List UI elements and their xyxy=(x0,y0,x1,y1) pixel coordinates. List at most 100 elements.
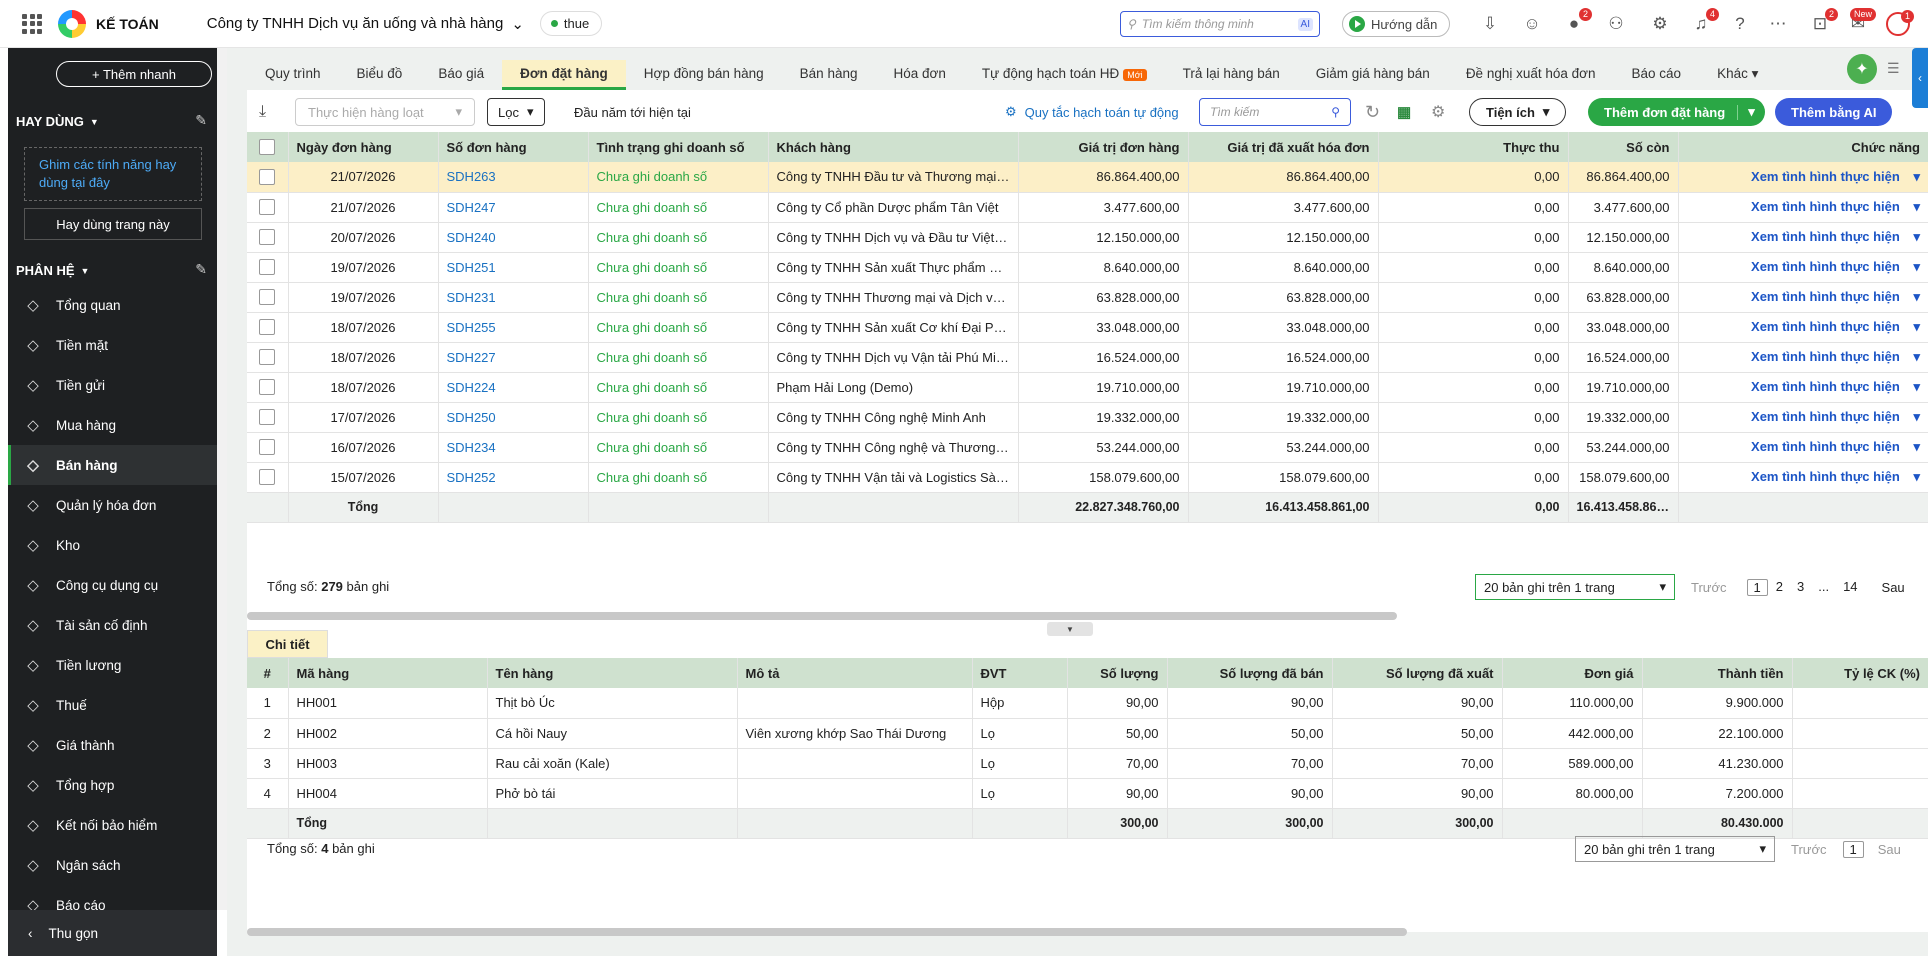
caret-down-icon[interactable]: ▾ xyxy=(1738,104,1765,120)
table-row[interactable]: 18/07/2026 SDH224 Chưa ghi doanh số Phạm… xyxy=(247,372,1928,403)
column-header[interactable]: Giá trị đã xuất hóa đơn xyxy=(1187,132,1378,162)
detail-prev-page-button[interactable]: Trước xyxy=(1791,842,1827,857)
select-all-checkbox[interactable] xyxy=(247,132,288,162)
prev-page-button[interactable]: Trước xyxy=(1691,580,1727,595)
next-page-button[interactable]: Sau xyxy=(1882,580,1905,595)
column-header[interactable]: Giá trị đơn hàng xyxy=(1017,132,1188,162)
detail-column-header[interactable]: # xyxy=(247,658,288,688)
add-user-icon[interactable]: ⚇ xyxy=(1604,12,1628,36)
chat-icon[interactable]: ● 2 xyxy=(1562,8,1592,36)
column-header[interactable]: Khách hàng xyxy=(767,132,1018,162)
detail-row[interactable]: 4 HH004 Phở bò tái Lọ 90,00 90,00 90,00 … xyxy=(247,778,1928,809)
tab-1[interactable]: Biểu đồ xyxy=(339,60,421,90)
edit-modules-icon[interactable]: ✎ xyxy=(195,261,207,278)
tab-4[interactable]: Hợp đồng bán hàng xyxy=(626,60,782,90)
row-checkbox[interactable] xyxy=(247,282,288,313)
view-progress-link[interactable]: Xem tình hình thực hiện ▾ xyxy=(1677,192,1928,223)
tab-0[interactable]: Quy trình xyxy=(247,60,339,90)
sidebar-item-4[interactable]: ◇ Bán hàng xyxy=(8,445,217,485)
modules-header[interactable]: PHÂN HỆ ▼ xyxy=(16,263,89,278)
sidebar-item-2[interactable]: ◇ Tiền gửi xyxy=(8,365,217,405)
caret-down-icon[interactable]: ▾ xyxy=(1913,409,1920,424)
order-number-link[interactable]: SDH251 xyxy=(437,252,588,283)
order-number-link[interactable]: SDH234 xyxy=(437,432,588,463)
detail-column-header[interactable]: ĐVT xyxy=(971,658,1067,688)
page-size-select[interactable]: 20 bản ghi trên 1 trang ▾ xyxy=(1475,574,1675,600)
bulk-action-select[interactable]: Thực hiện hàng loạt ▾ xyxy=(295,98,475,126)
tab-2[interactable]: Báo giá xyxy=(420,60,502,90)
sidebar-item-5[interactable]: ◇ Quản lý hóa đơn xyxy=(8,485,217,525)
page-number[interactable]: 3 xyxy=(1791,579,1810,596)
orders-hscrollbar[interactable] xyxy=(247,612,1397,620)
assistant-avatar-icon[interactable]: ☺ xyxy=(1520,12,1544,36)
page-number[interactable]: 14 xyxy=(1837,579,1863,596)
layout-settings-icon[interactable]: ☰ xyxy=(1887,60,1900,77)
page-number[interactable]: ... xyxy=(1812,579,1835,596)
table-row[interactable]: 15/07/2026 SDH252 Chưa ghi doanh số Công… xyxy=(247,462,1928,493)
view-progress-link[interactable]: Xem tình hình thực hiện ▾ xyxy=(1677,432,1928,463)
tab-5[interactable]: Bán hàng xyxy=(782,60,876,90)
detail-column-header[interactable]: Số lượng xyxy=(1066,658,1167,688)
lightbulb-icon[interactable]: ✦ xyxy=(1847,54,1877,84)
row-checkbox[interactable] xyxy=(247,342,288,373)
view-progress-link[interactable]: Xem tình hình thực hiện ▾ xyxy=(1677,162,1928,193)
add-order-button[interactable]: Thêm đơn đặt hàng ▾ xyxy=(1588,98,1765,126)
caret-down-icon[interactable]: ▾ xyxy=(1913,199,1920,214)
table-row[interactable]: 18/07/2026 SDH255 Chưa ghi doanh số Công… xyxy=(247,312,1928,343)
row-checkbox[interactable] xyxy=(247,402,288,433)
utilities-button[interactable]: Tiện ích ▾ xyxy=(1469,98,1567,126)
download-icon[interactable]: ⇩ xyxy=(1478,12,1502,36)
detail-row[interactable]: 1 HH001 Thịt bò Úc Hộp 90,00 90,00 90,00… xyxy=(247,688,1928,719)
order-number-link[interactable]: SDH263 xyxy=(437,162,588,193)
caret-down-icon[interactable]: ▾ xyxy=(1913,229,1920,244)
detail-column-header[interactable]: Tên hàng xyxy=(486,658,737,688)
shopping-cart-icon[interactable]: ⊡ 2 xyxy=(1808,8,1838,36)
guide-button[interactable]: Hướng dẫn xyxy=(1342,11,1451,37)
orders-search-input[interactable]: Tìm kiếm ⚲ xyxy=(1199,98,1351,126)
view-progress-link[interactable]: Xem tình hình thực hiện ▾ xyxy=(1677,372,1928,403)
order-number-link[interactable]: SDH231 xyxy=(437,282,588,313)
workspace-tag[interactable]: thue xyxy=(539,11,603,36)
sidebar-item-13[interactable]: ◇ Kết nối bảo hiểm xyxy=(8,805,217,845)
sidebar-item-8[interactable]: ◇ Tài sản cố định xyxy=(8,605,217,645)
view-progress-link[interactable]: Xem tình hình thực hiện ▾ xyxy=(1677,312,1928,343)
caret-down-icon[interactable]: ▾ xyxy=(1913,169,1920,184)
tab-10[interactable]: Đề nghị xuất hóa đơn xyxy=(1448,60,1614,90)
page-number[interactable]: 1 xyxy=(1746,578,1768,596)
view-progress-link[interactable]: Xem tình hình thực hiện ▾ xyxy=(1677,252,1928,283)
row-checkbox[interactable] xyxy=(247,252,288,283)
detail-column-header[interactable]: Số lượng đã bán xyxy=(1166,658,1332,688)
sidebar-item-6[interactable]: ◇ Kho xyxy=(8,525,217,565)
order-number-link[interactable]: SDH252 xyxy=(437,462,588,493)
sidebar-item-0[interactable]: ◇ Tổng quan xyxy=(8,285,217,325)
order-number-link[interactable]: SDH247 xyxy=(437,192,588,223)
detail-row[interactable]: 3 HH003 Rau cải xoăn (Kale) Lọ 70,00 70,… xyxy=(247,748,1928,779)
sidebar-item-3[interactable]: ◇ Mua hàng xyxy=(8,405,217,445)
sort-icon[interactable]: ⤓ xyxy=(259,98,266,126)
sidebar-item-11[interactable]: ◇ Giá thành xyxy=(8,725,217,765)
tab-9[interactable]: Giảm giá hàng bán xyxy=(1298,60,1448,90)
detail-next-page-button[interactable]: Sau xyxy=(1878,842,1901,857)
auto-rule-link[interactable]: ⚙ Quy tắc hạch toán tự động xyxy=(1005,98,1179,126)
detail-hscrollbar[interactable] xyxy=(247,928,1407,936)
filter-button[interactable]: Lọc ▾ xyxy=(487,98,545,126)
row-checkbox[interactable] xyxy=(247,192,288,223)
view-progress-link[interactable]: Xem tình hình thực hiện ▾ xyxy=(1677,342,1928,373)
add-favorite-button[interactable]: Hay dùng trang này xyxy=(24,208,202,240)
detail-column-header[interactable]: Thành tiền xyxy=(1641,658,1792,688)
column-header[interactable]: Thực thu xyxy=(1377,132,1568,162)
tab-6[interactable]: Hóa đơn xyxy=(875,60,963,90)
settings-gear-icon[interactable]: ⚙ xyxy=(1648,12,1672,36)
row-checkbox[interactable] xyxy=(247,432,288,463)
column-header[interactable]: Chức năng xyxy=(1677,132,1928,162)
detail-page-1[interactable]: 1 xyxy=(1842,840,1864,858)
caret-down-icon[interactable]: ▾ xyxy=(1913,469,1920,484)
view-progress-link[interactable]: Xem tình hình thực hiện ▾ xyxy=(1677,462,1928,493)
detail-column-header[interactable]: Số lượng đã xuất xyxy=(1331,658,1502,688)
detail-column-header[interactable]: Tỷ lệ CK (%) xyxy=(1791,658,1928,688)
page-number[interactable]: 2 xyxy=(1770,579,1789,596)
row-checkbox[interactable] xyxy=(247,372,288,403)
sidebar-item-10[interactable]: ◇ Thuế xyxy=(8,685,217,725)
table-row[interactable]: 21/07/2026 SDH247 Chưa ghi doanh số Công… xyxy=(247,192,1928,223)
table-row[interactable]: 19/07/2026 SDH251 Chưa ghi doanh số Công… xyxy=(247,252,1928,283)
